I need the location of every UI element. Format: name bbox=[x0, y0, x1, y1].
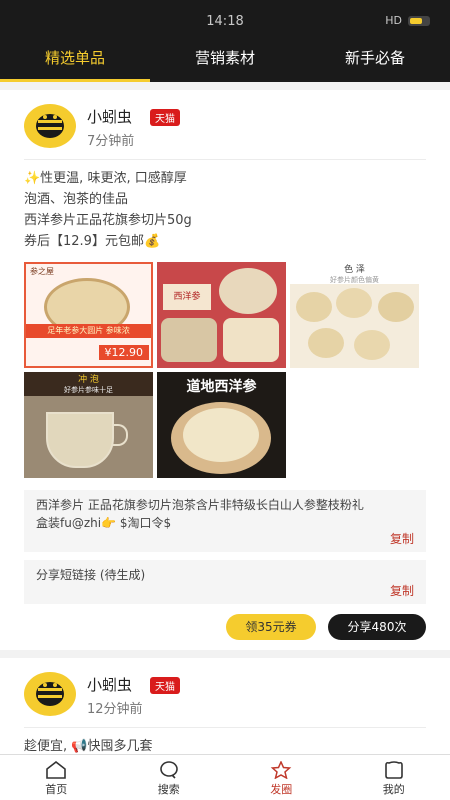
nav-home[interactable]: 首页 bbox=[0, 755, 113, 800]
post-card: 小蚓虫 天猫 7分钟前 ✨性更温, 味更浓, 口感醇厚 泡酒、泡茶的佳品 西洋参… bbox=[0, 90, 450, 650]
copy-spacer bbox=[36, 584, 414, 598]
image-caption: 西洋参 bbox=[163, 284, 211, 310]
nav-moments[interactable]: 发圈 bbox=[225, 755, 338, 800]
short-link-text: 分享短链接 (待生成) bbox=[36, 568, 146, 582]
profile-icon bbox=[384, 761, 403, 779]
home-icon bbox=[46, 761, 67, 779]
post-header: 小蚓虫 天猫 12分钟前 bbox=[24, 658, 426, 728]
user-name: 小蚓虫 bbox=[87, 676, 133, 694]
post-time: 12分钟前 bbox=[87, 702, 143, 717]
image-caption: 好参片参味十足 bbox=[64, 386, 113, 394]
ginseng-bowl bbox=[219, 268, 277, 314]
image-caption: 足年老参大圆片 参味浓 bbox=[26, 324, 151, 338]
image-caption: 好参片颜色偏黄 bbox=[330, 276, 379, 284]
post-text: ✨性更温, 味更浓, 口感醇厚 泡酒、泡茶的佳品 西洋参片正品花旗参切片50g … bbox=[24, 160, 426, 252]
post-line: 趁便宜, 📢快囤多几套 bbox=[24, 739, 153, 754]
status-time: 14:18 bbox=[206, 14, 244, 29]
top-tabs: 精选单品 营销素材 新手必备 bbox=[0, 36, 450, 82]
slice bbox=[308, 328, 344, 358]
image-tag: 冲 泡 bbox=[78, 375, 99, 385]
status-bar: 14:18 HD bbox=[0, 0, 450, 36]
product-image[interactable]: 参之屋 足年老参大圆片 参味浓 ¥12.90 bbox=[24, 262, 153, 368]
tea-cup bbox=[46, 412, 114, 468]
tab-marketing[interactable]: 营销素材 bbox=[150, 36, 300, 82]
share-button[interactable]: 分享480次 bbox=[328, 614, 426, 640]
image-grid: 参之屋 足年老参大圆片 参味浓 ¥12.90 西洋参 色 泽 好参片颜色偏黄 冲… bbox=[24, 262, 426, 478]
product-image[interactable]: 冲 泡 好参片参味十足 bbox=[24, 372, 153, 478]
ginseng-jar bbox=[223, 318, 279, 362]
tab-beginner[interactable]: 新手必备 bbox=[300, 36, 450, 82]
nav-label: 我的 bbox=[382, 783, 405, 796]
slice bbox=[296, 292, 332, 322]
copy-spacer bbox=[36, 532, 414, 546]
search-icon bbox=[159, 761, 178, 779]
nav-label: 首页 bbox=[45, 783, 68, 796]
post-line: ✨性更温, 味更浓, 口感醇厚 bbox=[24, 171, 187, 186]
copy-button[interactable]: 复制 bbox=[390, 530, 414, 548]
bottom-nav: 首页 搜索 发圈 我的 bbox=[0, 754, 450, 800]
post-line: 券后【12.9】元包邮💰 bbox=[24, 234, 161, 249]
post-time: 7分钟前 bbox=[87, 134, 135, 149]
image-tag: 参之屋 bbox=[30, 267, 54, 276]
slice bbox=[336, 288, 372, 318]
image-caption: 道地西洋参 bbox=[186, 379, 257, 395]
image-price: ¥12.90 bbox=[98, 345, 149, 360]
tmall-badge: 天猫 bbox=[150, 677, 180, 694]
product-image[interactable]: 道地西洋参 bbox=[157, 372, 286, 478]
coupon-button[interactable]: 领35元券 bbox=[226, 614, 316, 640]
tab-featured[interactable]: 精选单品 bbox=[0, 36, 150, 82]
ginseng-jar bbox=[161, 318, 217, 362]
tmall-badge: 天猫 bbox=[150, 109, 180, 126]
post-header: 小蚓虫 天猫 7分钟前 bbox=[24, 90, 426, 160]
post-line: 西洋参片正品花旗参切片50g bbox=[24, 213, 192, 228]
copy-text-box: 西洋参片 正品花旗参切片泡茶含片非特级长白山人参整枝粉礼盒装fu@zhi👉 $淘… bbox=[24, 490, 426, 552]
nav-profile[interactable]: 我的 bbox=[338, 755, 450, 800]
post-card: 小蚓虫 天猫 12分钟前 趁便宜, 📢快囤多几套 bbox=[0, 658, 450, 754]
nav-search[interactable]: 搜索 bbox=[113, 755, 226, 800]
avatar[interactable] bbox=[24, 672, 76, 716]
product-image[interactable]: 色 泽 好参片颜色偏黄 bbox=[290, 262, 419, 368]
post-text: 趁便宜, 📢快囤多几套 bbox=[24, 728, 426, 754]
bee-logo-icon bbox=[36, 682, 64, 706]
star-icon bbox=[270, 761, 292, 779]
avatar[interactable] bbox=[24, 104, 76, 148]
user-name: 小蚓虫 bbox=[87, 108, 133, 126]
status-icons: HD bbox=[385, 14, 430, 27]
short-link-box: 分享短链接 (待生成) 复制 bbox=[24, 560, 426, 604]
image-tag: 色 泽 bbox=[344, 265, 365, 275]
product-image[interactable]: 西洋参 bbox=[157, 262, 286, 368]
network-label: HD bbox=[385, 14, 402, 27]
nav-label: 发圈 bbox=[270, 783, 293, 796]
bee-logo-icon bbox=[36, 114, 64, 138]
ginseng-pile bbox=[183, 408, 259, 462]
cup-handle bbox=[112, 424, 128, 446]
slice bbox=[354, 330, 390, 360]
battery-icon bbox=[408, 15, 430, 26]
slice bbox=[378, 292, 414, 322]
copy-link-button[interactable]: 复制 bbox=[390, 582, 414, 600]
nav-label: 搜索 bbox=[157, 783, 180, 796]
image-header: 色 泽 好参片颜色偏黄 bbox=[290, 262, 419, 284]
post-line: 泡酒、泡茶的佳品 bbox=[24, 192, 129, 207]
feed[interactable]: 小蚓虫 天猫 7分钟前 ✨性更温, 味更浓, 口感醇厚 泡酒、泡茶的佳品 西洋参… bbox=[0, 82, 450, 754]
copy-text: 西洋参片 正品花旗参切片泡茶含片非特级长白山人参整枝粉礼盒装fu@zhi👉 $淘… bbox=[36, 498, 364, 530]
image-header: 冲 泡 好参片参味十足 bbox=[24, 372, 153, 396]
post-actions: 领35元券 分享480次 bbox=[24, 604, 426, 650]
